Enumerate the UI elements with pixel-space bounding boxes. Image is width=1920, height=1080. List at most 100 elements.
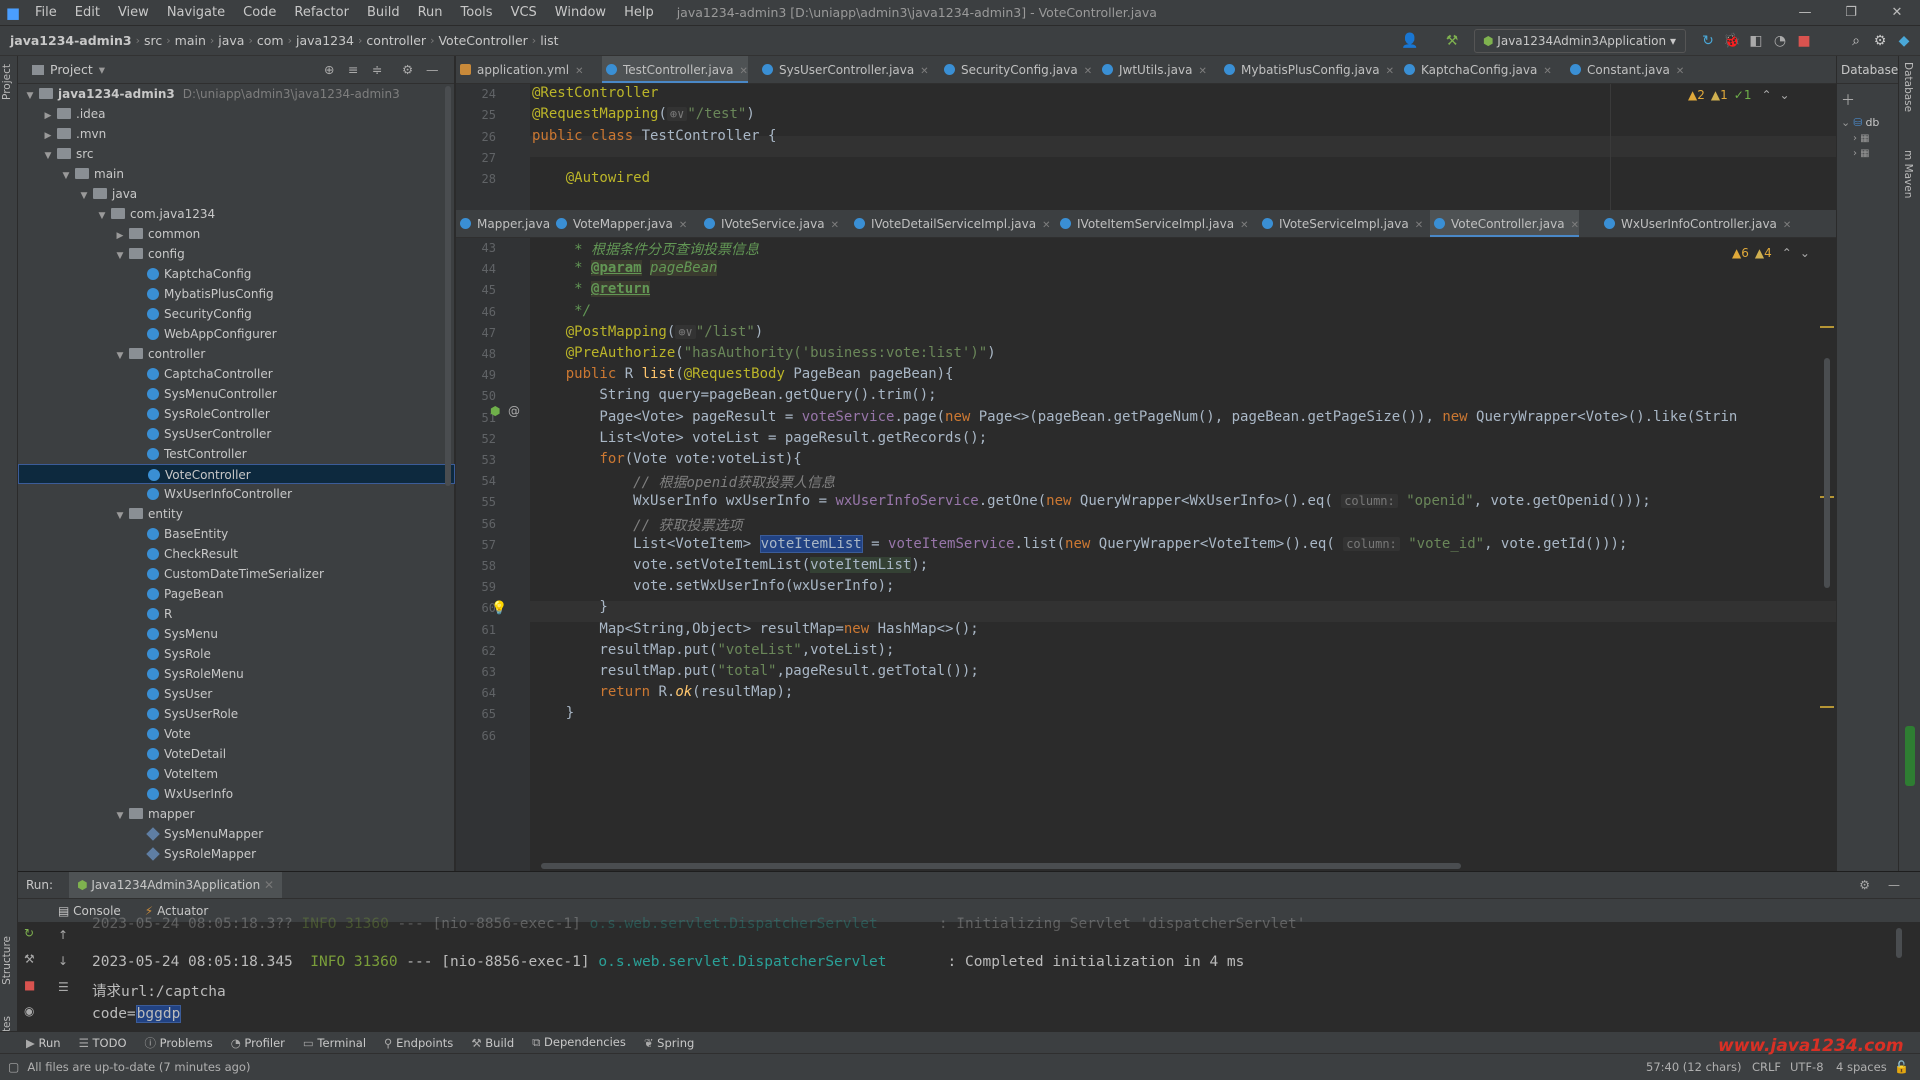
- editor-tab[interactable]: TestController.java ✕: [602, 56, 748, 83]
- code-line[interactable]: }: [532, 705, 574, 721]
- file-encoding[interactable]: UTF-8: [1790, 1060, 1824, 1074]
- tree-item[interactable]: ▼ controller: [18, 344, 455, 364]
- chevron-down-icon[interactable]: ▼: [42, 146, 54, 166]
- console-line[interactable]: 请求url:/captcha: [92, 980, 226, 1001]
- menu-code[interactable]: Code: [234, 0, 285, 26]
- breadcrumb-item[interactable]: VoteController: [434, 33, 531, 48]
- code-line[interactable]: Map<String,Object> resultMap=new HashMap…: [532, 621, 978, 637]
- horizontal-scrollbar[interactable]: [541, 863, 1461, 869]
- toolwindow-profiler[interactable]: ◔ Profiler: [231, 1036, 285, 1050]
- settings-gear-icon[interactable]: ⚙: [1870, 31, 1890, 51]
- minimize-icon[interactable]: —: [1782, 0, 1828, 26]
- jetbrains-toolbox-icon[interactable]: ◆: [1894, 31, 1914, 51]
- top-editor-pane[interactable]: 24 @RestController 25 @RequestMapping(⊕∨ "/t…: [456, 84, 1836, 210]
- menu-tools[interactable]: Tools: [452, 0, 502, 26]
- tree-item[interactable]: SysUserRole: [18, 704, 455, 724]
- scroll-up-icon[interactable]: ↑: [58, 928, 68, 942]
- tree-item[interactable]: CustomDateTimeSerializer: [18, 564, 455, 584]
- tree-item[interactable]: SysRoleMapper: [18, 844, 455, 864]
- close-tab-icon[interactable]: ✕: [1543, 66, 1551, 77]
- chevron-down-icon[interactable]: ▼: [114, 806, 126, 826]
- tree-item[interactable]: VoteDetail: [18, 744, 455, 764]
- db-tree-node[interactable]: › ▦: [1837, 129, 1898, 148]
- tree-item[interactable]: SysRole: [18, 644, 455, 664]
- lock-icon[interactable]: 🔓: [1894, 1060, 1909, 1074]
- code-line[interactable]: @RequestMapping(⊕∨ "/test"): [532, 106, 755, 122]
- scroll-warning-mark[interactable]: [1820, 326, 1834, 328]
- breadcrumb-item[interactable]: main: [171, 33, 210, 48]
- tree-item[interactable]: KaptchaConfig: [18, 264, 455, 284]
- tree-item[interactable]: CaptchaController: [18, 364, 455, 384]
- code-line[interactable]: public R list(@RequestBody PageBean page…: [532, 366, 954, 382]
- close-tab-icon[interactable]: ✕: [679, 220, 687, 231]
- memory-indicator[interactable]: [1905, 726, 1915, 786]
- console-scrollbar[interactable]: [1896, 928, 1902, 958]
- menu-help[interactable]: Help: [615, 0, 663, 26]
- bottom-editor-pane[interactable]: 43 * 根据条件分页查询投票信息 44 * @param pageBean 45 …: [456, 238, 1836, 871]
- status-square-icon[interactable]: ▢: [8, 1060, 19, 1074]
- caret-position[interactable]: 57:40 (12 chars): [1646, 1060, 1741, 1074]
- chevron-up-icon[interactable]: ⌃: [1782, 246, 1792, 260]
- close-icon[interactable]: ✕: [1874, 0, 1920, 26]
- chevron-down-icon[interactable]: ▼: [114, 506, 126, 526]
- editor-tab[interactable]: application.yml ✕: [456, 56, 584, 83]
- user-icon[interactable]: 👤: [1400, 31, 1420, 51]
- menu-edit[interactable]: Edit: [66, 0, 109, 26]
- tree-item[interactable]: TestController: [18, 444, 455, 464]
- tree-item[interactable]: Vote: [18, 724, 455, 744]
- tree-item[interactable]: ▶ common: [18, 224, 455, 244]
- code-line[interactable]: List<VoteItem> voteItemList = voteItemSe…: [532, 534, 1627, 553]
- tree-item[interactable]: VoteController: [18, 464, 455, 484]
- tree-item[interactable]: PageBean: [18, 584, 455, 604]
- code-line[interactable]: WxUserInfo wxUserInfo = wxUserInfoServic…: [532, 493, 1651, 509]
- breadcrumb-item[interactable]: java1234: [292, 33, 358, 48]
- close-tab-icon[interactable]: ✕: [1240, 220, 1248, 231]
- chevron-down-icon[interactable]: ▼: [78, 186, 90, 206]
- chevron-down-icon[interactable]: ▼: [114, 246, 126, 266]
- editor-tab[interactable]: Mapper.java✕: [456, 210, 565, 237]
- tree-item[interactable]: ▼ mapper: [18, 804, 455, 824]
- toolwindow-problems[interactable]: ⓘ Problems: [145, 1035, 213, 1051]
- editor-tab[interactable]: Constant.java ✕: [1566, 56, 1684, 83]
- tree-scrollbar[interactable]: [445, 86, 451, 486]
- close-tab-icon[interactable]: ✕: [1783, 220, 1791, 231]
- close-tab-icon[interactable]: ✕: [831, 220, 839, 231]
- tree-item[interactable]: WebAppConfigurer: [18, 324, 455, 344]
- menu-window[interactable]: Window: [546, 0, 615, 26]
- close-tab-icon[interactable]: ✕: [740, 66, 748, 77]
- chevron-down-icon[interactable]: ▼: [96, 206, 108, 226]
- debug-icon[interactable]: 🐞: [1722, 31, 1742, 51]
- editor-tab[interactable]: IVoteService.java ✕: [700, 210, 839, 237]
- tree-item[interactable]: ▼ main: [18, 164, 455, 184]
- camera-icon[interactable]: ◉: [24, 1004, 34, 1018]
- chevron-up-icon[interactable]: ⌃: [1761, 88, 1771, 102]
- breadcrumb-item[interactable]: com: [253, 33, 288, 48]
- scroll-down-icon[interactable]: ↓: [58, 954, 68, 968]
- rerun-icon[interactable]: ↻: [1698, 31, 1718, 51]
- project-title[interactable]: Project: [50, 62, 93, 77]
- code-line[interactable]: @RestController: [532, 85, 658, 101]
- code-line[interactable]: vote.setVoteItemList(voteItemList);: [532, 557, 928, 573]
- stop-icon[interactable]: ■: [1794, 31, 1814, 51]
- tree-item[interactable]: SysMenuMapper: [18, 824, 455, 844]
- code-line[interactable]: vote.setWxUserInfo(wxUserInfo);: [532, 578, 894, 594]
- code-line[interactable]: * 根据条件分页查询投票信息: [532, 239, 759, 259]
- code-line[interactable]: String query=pageBean.getQuery().trim();: [532, 387, 936, 403]
- lightbulb-icon[interactable]: 💡: [491, 601, 507, 616]
- tree-item[interactable]: ▼ entity: [18, 504, 455, 524]
- tree-item[interactable]: ▼ config: [18, 244, 455, 264]
- breadcrumb-item[interactable]: java: [214, 33, 248, 48]
- chevron-right-icon[interactable]: ▶: [42, 126, 54, 146]
- breadcrumb-item[interactable]: list: [536, 33, 562, 48]
- close-tab-icon[interactable]: ✕: [575, 66, 583, 77]
- collapse-all-icon[interactable]: ≑: [372, 62, 382, 77]
- bottom-editor-inspections[interactable]: ▲ 6 ▲ 4 ⌃ ⌄: [1732, 246, 1810, 260]
- db-tree-node[interactable]: › ▦: [1837, 148, 1898, 159]
- tree-item[interactable]: SysMenu: [18, 624, 455, 644]
- indent-setting[interactable]: 4 spaces: [1836, 1060, 1887, 1074]
- code-line[interactable]: // 获取投票选项: [532, 515, 742, 535]
- structure-tool-button[interactable]: Structure: [1, 936, 13, 985]
- chevron-down-icon[interactable]: ⌄: [1780, 88, 1790, 102]
- rerun-icon[interactable]: ↻: [24, 926, 34, 940]
- tree-item[interactable]: ▶ .idea: [18, 104, 455, 124]
